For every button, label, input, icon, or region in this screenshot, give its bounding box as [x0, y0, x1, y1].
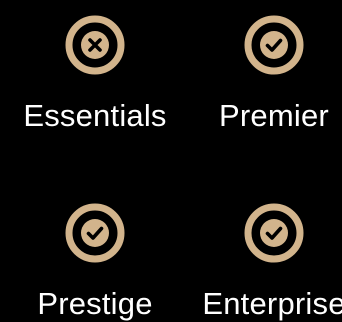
tier-label-enterprise: Enterprise: [202, 286, 342, 321]
tier-label-essentials: Essentials: [23, 98, 167, 133]
tier-essentials: Essentials: [0, 13, 195, 134]
tier-label-prestige: Prestige: [37, 286, 153, 321]
check-circle-icon: [244, 15, 304, 75]
tier-premier: Premier: [174, 13, 342, 134]
tier-prestige: Prestige: [0, 201, 195, 322]
check-circle-icon: [65, 203, 125, 263]
tier-enterprise: Enterprise: [174, 201, 342, 322]
x-circle-icon: [65, 15, 125, 75]
check-circle-icon: [244, 203, 304, 263]
tier-label-premier: Premier: [219, 98, 329, 133]
